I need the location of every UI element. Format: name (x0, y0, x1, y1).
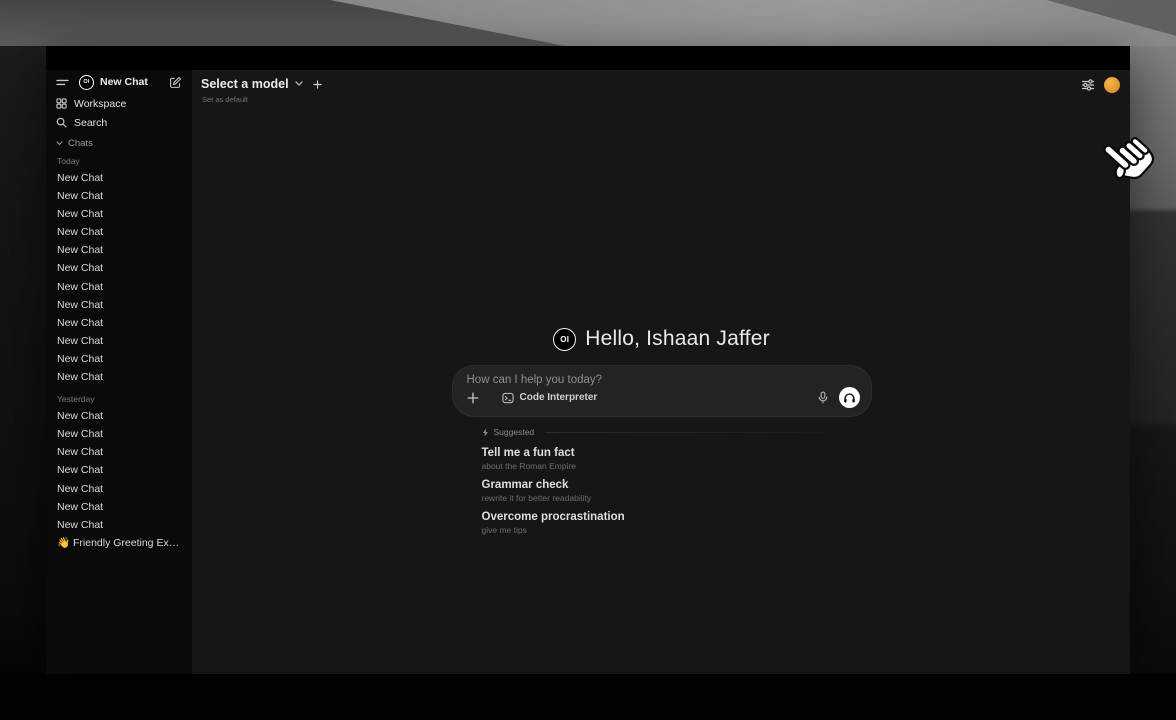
suggested-prompt-subtitle: about the Roman Empire (482, 461, 872, 472)
chat-list-today: New ChatNew ChatNew ChatNew ChatNew Chat… (46, 169, 192, 386)
sidebar-header: OI New Chat (46, 72, 192, 92)
voice-call-button[interactable] (839, 387, 860, 408)
code-interpreter-label: Code Interpreter (520, 392, 598, 403)
terminal-icon (502, 392, 514, 404)
home-content: OI Hello, Ishaan Jaffer (452, 328, 872, 542)
window-titlebar (46, 46, 1130, 70)
suggested-divider (545, 432, 871, 433)
chat-list-item[interactable]: New Chat (52, 368, 186, 386)
chat-list-item[interactable]: 👋 Friendly Greeting Exchange (52, 534, 186, 552)
suggested-prompt[interactable]: Grammar check rewrite it for better read… (482, 478, 872, 504)
chat-list-item[interactable]: New Chat (52, 314, 186, 332)
chevron-down-icon (56, 141, 63, 146)
chat-list-item[interactable]: New Chat (52, 350, 186, 368)
main-area: Select a model Set as default (193, 70, 1130, 674)
desktop-wallpaper-top (0, 0, 1176, 46)
chat-list-item[interactable]: New Chat (52, 516, 186, 534)
sidebar-item-label: Search (74, 117, 107, 129)
chat-list-item[interactable]: New Chat (52, 296, 186, 314)
suggested-prompt[interactable]: Tell me a fun fact about the Roman Empir… (482, 446, 872, 472)
chats-section-toggle[interactable]: Chats (46, 136, 192, 150)
suggested-label: Suggested (494, 427, 535, 437)
app-logo-small: OI (79, 75, 94, 90)
suggested-section: Suggested Tell me a fun fact about the R… (482, 427, 872, 536)
add-model-icon[interactable] (313, 80, 322, 89)
sidebar-item-search[interactable]: Search (46, 113, 192, 132)
code-interpreter-toggle[interactable]: Code Interpreter (502, 392, 598, 404)
sidebar-title: New Chat (100, 76, 169, 88)
chat-list-item[interactable]: New Chat (52, 169, 186, 187)
chat-list-item[interactable]: New Chat (52, 241, 186, 259)
chat-list-item[interactable]: New Chat (52, 407, 186, 425)
attach-icon[interactable] (467, 392, 479, 404)
wallpaper-wedge (0, 0, 1176, 46)
suggested-prompt-subtitle: give me tips (482, 525, 872, 536)
chat-list-item[interactable]: New Chat (52, 461, 186, 479)
chat-list-item[interactable]: New Chat (52, 425, 186, 443)
new-chat-icon[interactable] (169, 76, 182, 89)
chat-group-label: Today (46, 155, 192, 167)
desktop-wallpaper-left (0, 0, 46, 720)
sidebar-item-label: Workspace (74, 98, 126, 110)
chevron-down-icon[interactable] (295, 81, 303, 87)
headphones-icon (843, 392, 856, 404)
app-window: OI New Chat Wo (46, 46, 1130, 674)
greeting-row: OI Hello, Ishaan Jaffer (452, 328, 872, 350)
chat-list-item[interactable]: New Chat (52, 480, 186, 498)
chat-group-today: Today New ChatNew ChatNew ChatNew ChatNe… (46, 155, 192, 386)
workspace-icon (56, 98, 67, 109)
set-as-default-button[interactable]: Set as default (201, 95, 1130, 104)
chat-list-item[interactable]: New Chat (52, 332, 186, 350)
suggested-list: Tell me a fun fact about the Roman Empir… (482, 446, 872, 536)
bolt-icon (482, 428, 489, 437)
sidebar-nav: Workspace Search (46, 94, 192, 132)
chat-list-item[interactable]: New Chat (52, 223, 186, 241)
chats-section-label: Chats (68, 138, 93, 149)
user-avatar[interactable] (1104, 77, 1120, 93)
sidebar-toggle-icon[interactable] (56, 77, 69, 88)
sidebar: OI New Chat Wo (46, 70, 193, 674)
chat-list-yesterday: New ChatNew ChatNew ChatNew ChatNew Chat… (46, 407, 192, 552)
chat-list-item[interactable]: New Chat (52, 278, 186, 296)
chat-list-item[interactable]: New Chat (52, 259, 186, 277)
suggested-prompt[interactable]: Overcome procrastination give me tips (482, 510, 872, 536)
chat-list-item[interactable]: New Chat (52, 187, 186, 205)
search-icon (56, 117, 67, 128)
microphone-icon[interactable] (818, 391, 828, 404)
suggested-prompt-title: Overcome procrastination (482, 510, 872, 524)
chat-list-item[interactable]: New Chat (52, 498, 186, 516)
message-input[interactable] (467, 374, 860, 386)
chat-list-item[interactable]: New Chat (52, 443, 186, 461)
greeting-heading: Hello, Ishaan Jaffer (585, 327, 770, 351)
sidebar-item-workspace[interactable]: Workspace (46, 94, 192, 113)
controls-icon[interactable] (1081, 79, 1095, 91)
message-composer[interactable]: Code Interpreter (452, 365, 872, 417)
suggested-prompt-title: Tell me a fun fact (482, 446, 872, 460)
model-selector[interactable]: Select a model (201, 77, 289, 91)
chat-group-label: Yesterday (46, 393, 192, 405)
chat-list-item[interactable]: New Chat (52, 205, 186, 223)
app-logo-large: OI (553, 328, 576, 351)
topbar: Select a model Set as default (193, 70, 1130, 104)
suggested-prompt-subtitle: rewrite it for better readability (482, 493, 872, 504)
desktop-wallpaper-bottom (0, 674, 1176, 720)
chat-group-yesterday: Yesterday New ChatNew ChatNew ChatNew Ch… (46, 393, 192, 552)
desktop-wallpaper-right (1130, 0, 1176, 720)
suggested-prompt-title: Grammar check (482, 478, 872, 492)
